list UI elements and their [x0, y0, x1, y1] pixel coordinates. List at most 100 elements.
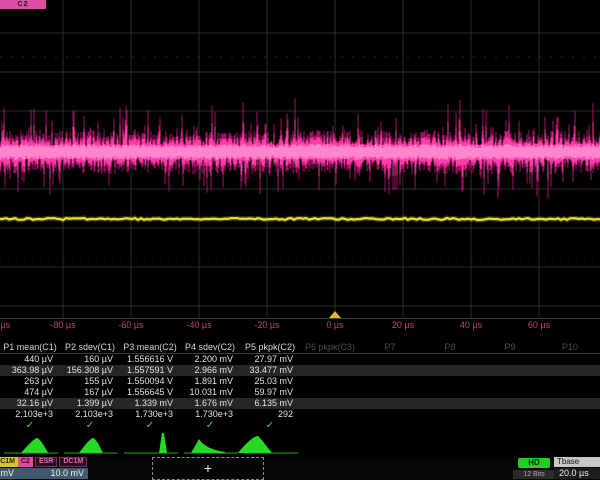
measurement-header-p6[interactable]: P6 pkpk(C3)	[300, 342, 360, 353]
measurement-status-p7	[360, 420, 420, 433]
measurement-num-p10	[540, 409, 600, 420]
measurement-header-p2[interactable]: P2 sdev(C1)	[60, 342, 120, 353]
time-axis-label: 60 µs	[528, 320, 550, 330]
measurement-header-p4[interactable]: P4 sdev(C2)	[180, 342, 240, 353]
measurement-sdev-p5: 6.135 mV	[240, 398, 300, 409]
measurement-num-p1: 2.103e+3	[0, 409, 60, 420]
c1-scale-value: 10.0 mV	[0, 468, 18, 479]
trace-label-chip[interactable]: C2	[0, 0, 46, 9]
timebase-descriptor[interactable]: Tbase 20.0 µs	[554, 457, 600, 479]
measurement-min-p6	[300, 376, 360, 387]
measurement-num-p2: 2.103e+3	[60, 409, 120, 420]
bottom-descriptor-bar: DC1M 10.0 mV C2 ESR DC1M 10.0 mV + HD 12…	[0, 457, 600, 480]
measurement-num-p5: 292	[240, 409, 300, 420]
measurement-header-p8[interactable]: P8	[420, 342, 480, 353]
measurement-min-p7	[360, 376, 420, 387]
measurement-value-p9	[480, 354, 540, 365]
measurement-mean-p7	[360, 365, 420, 376]
measurement-value-p5: 27.97 mV	[240, 354, 300, 365]
measurement-value-p4: 2.200 mV	[180, 354, 240, 365]
measurement-histicon-p4[interactable]	[184, 439, 238, 453]
trigger-position-marker[interactable]	[329, 311, 341, 318]
measurement-num-p7	[360, 409, 420, 420]
measurement-min-p8	[420, 376, 480, 387]
measurement-mean-p1: 363.98 µV	[0, 365, 60, 376]
measurement-histicon-p2[interactable]	[64, 438, 118, 453]
measurement-min-p5: 25.03 mV	[240, 376, 300, 387]
measurement-num-p3: 1.730e+3	[120, 409, 180, 420]
measurement-value-p1: 440 µV	[0, 354, 60, 365]
measurement-sdev-p10	[540, 398, 600, 409]
hd-mode-badge[interactable]: HD	[518, 458, 550, 468]
measurement-status-p10	[540, 420, 600, 433]
time-axis: -100 µs -80 µs -60 µs -40 µs -20 µs 0 µs 20 µs…	[0, 320, 600, 334]
measurement-mean-p10	[540, 365, 600, 376]
time-axis-label: -20 µs	[254, 320, 279, 330]
measurement-mean-p5: 33.477 mV	[240, 365, 300, 376]
measurement-sdev-p8	[420, 398, 480, 409]
c2-scale-value: 10.0 mV	[18, 468, 88, 479]
measurement-min-p4: 1.891 mV	[180, 376, 240, 387]
measure-row-sdev: 32.16 µV1.399 µV1.339 mV1.676 mV6.135 mV	[0, 398, 600, 409]
time-axis-label: -100 µs	[0, 320, 10, 330]
measurement-status-p1: ✓	[0, 420, 60, 433]
measurement-min-p10	[540, 376, 600, 387]
measurement-mean-p4: 2.966 mV	[180, 365, 240, 376]
c2-channel-badge: C2	[18, 457, 33, 467]
time-axis-label: -80 µs	[50, 320, 75, 330]
measurement-header-p1[interactable]: P1 mean(C1)	[0, 342, 60, 353]
measurement-max-p5: 59.97 mV	[240, 387, 300, 398]
time-axis-label: -40 µs	[186, 320, 211, 330]
measurement-histicon-p3[interactable]	[124, 433, 178, 453]
measurement-num-p9	[480, 409, 540, 420]
time-axis-label: -60 µs	[118, 320, 143, 330]
measure-row-value: 440 µV160 µV1.556616 V2.200 mV27.97 mV	[0, 354, 600, 365]
measurement-num-p8	[420, 409, 480, 420]
measure-row-header: P1 mean(C1)P2 sdev(C1)P3 mean(C2)P4 sdev…	[0, 342, 600, 354]
measurement-table: P1 mean(C1)P2 sdev(C1)P3 mean(C2)P4 sdev…	[0, 342, 600, 433]
waveform-grid: C2	[0, 0, 600, 319]
measurement-num-p6	[300, 409, 360, 420]
c1-coupling-badge: DC1M	[0, 457, 18, 467]
measure-row-min: 263 µV155 µV1.550094 V1.891 mV25.03 mV	[0, 376, 600, 387]
timebase-value: 20.0 µs	[554, 468, 600, 479]
measurement-status-p3: ✓	[120, 420, 180, 433]
measurement-sdev-p3: 1.339 mV	[120, 398, 180, 409]
measure-row-mean: 363.98 µV156.308 µV1.557591 V2.966 mV33.…	[0, 365, 600, 376]
measurement-histicon-p1[interactable]	[4, 438, 58, 453]
measurement-max-p10	[540, 387, 600, 398]
measurement-sdev-p2: 1.399 µV	[60, 398, 120, 409]
time-axis-label: 0 µs	[326, 320, 343, 330]
measure-row-max: 474 µV167 µV1.556645 V10.031 mV59.97 mV	[0, 387, 600, 398]
c2-coupling-badge: DC1M	[59, 457, 87, 467]
time-axis-label: 40 µs	[460, 320, 482, 330]
measurement-header-p7[interactable]: P7	[360, 342, 420, 353]
channel-c2-descriptor[interactable]: C2 ESR DC1M 10.0 mV	[18, 457, 88, 479]
measurement-min-p2: 155 µV	[60, 376, 120, 387]
measurement-max-p1: 474 µV	[0, 387, 60, 398]
measurement-max-p2: 167 µV	[60, 387, 120, 398]
measurement-header-p5[interactable]: P5 pkpk(C2)	[240, 342, 300, 353]
time-axis-label: 20 µs	[392, 320, 414, 330]
measurement-sdev-p7	[360, 398, 420, 409]
measurement-mean-p3: 1.557591 V	[120, 365, 180, 376]
measure-row-num: 2.103e+32.103e+31.730e+31.730e+3292	[0, 409, 600, 420]
measurement-value-p8	[420, 354, 480, 365]
add-trace-button[interactable]: +	[152, 457, 264, 480]
measurement-histicon-strip	[0, 433, 600, 457]
measurement-max-p4: 10.031 mV	[180, 387, 240, 398]
measurement-status-p2: ✓	[60, 420, 120, 433]
channel-c1-descriptor[interactable]: DC1M 10.0 mV	[0, 457, 18, 479]
measurement-header-p10[interactable]: P10	[540, 342, 600, 353]
measurement-mean-p2: 156.308 µV	[60, 365, 120, 376]
c2-esr-badge: ESR	[35, 457, 57, 467]
measurement-status-p9	[480, 420, 540, 433]
measurement-header-p9[interactable]: P9	[480, 342, 540, 353]
measurement-max-p3: 1.556645 V	[120, 387, 180, 398]
measurement-header-p3[interactable]: P3 mean(C2)	[120, 342, 180, 353]
measurement-mean-p9	[480, 365, 540, 376]
oscilloscope-screen: C2 -100 µs -80 µs -60 µs -40 µs -20 µs 0 µs 20…	[0, 0, 600, 480]
measurement-histicon-p5[interactable]	[238, 436, 298, 453]
measurement-value-p6	[300, 354, 360, 365]
measurement-max-p8	[420, 387, 480, 398]
